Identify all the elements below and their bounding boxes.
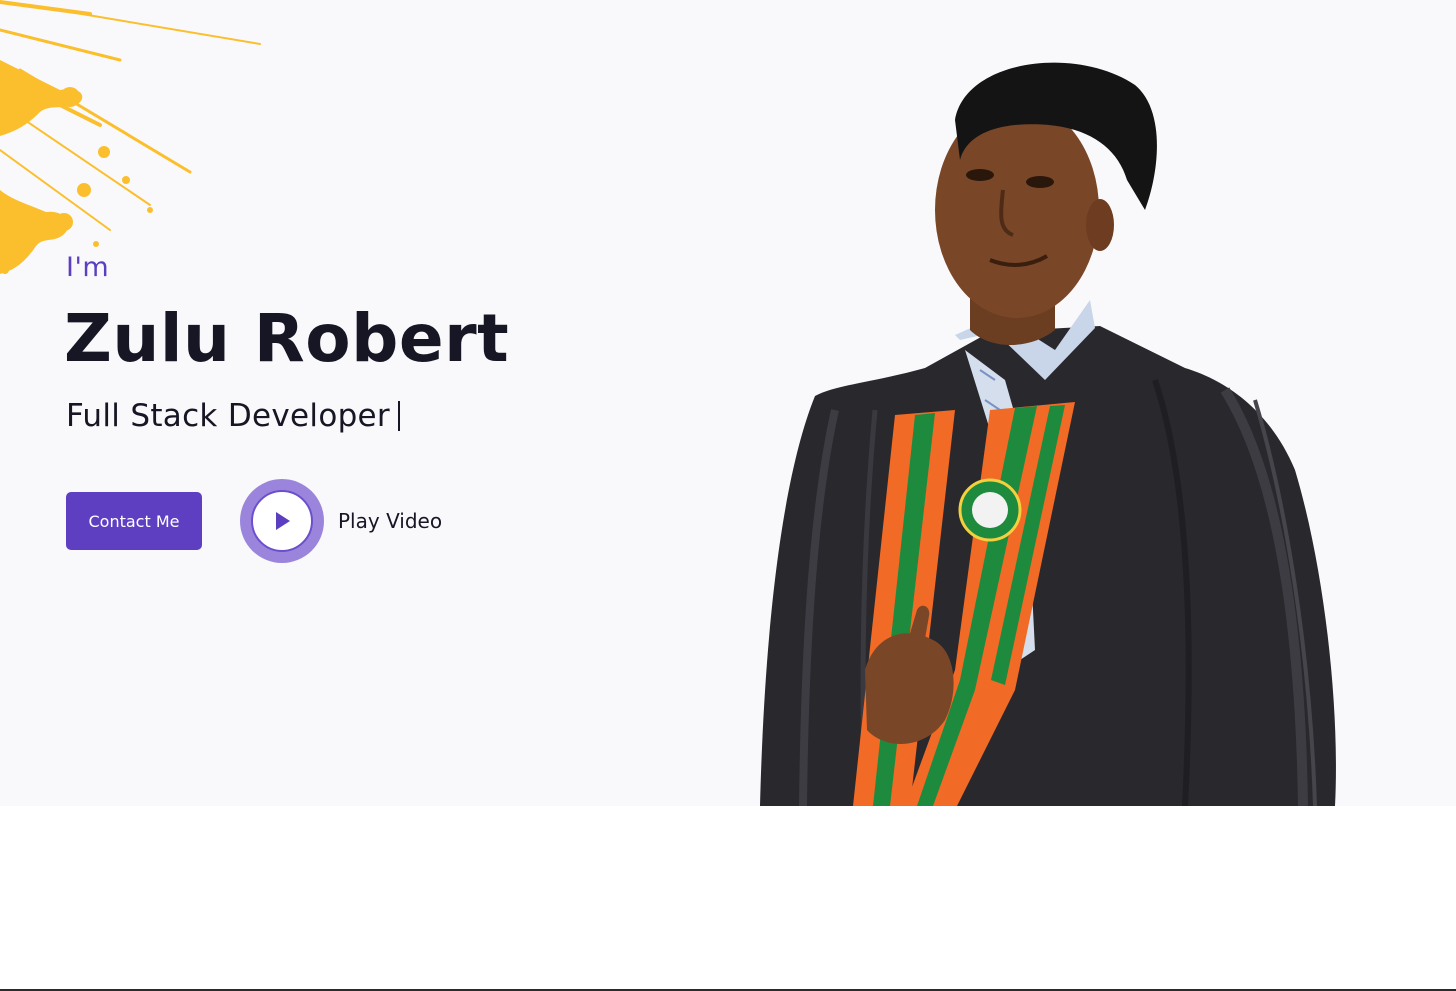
face	[935, 62, 1157, 345]
play-ring[interactable]	[240, 479, 324, 563]
play-inner[interactable]	[251, 490, 313, 552]
play-video-button[interactable]: Play Video	[240, 479, 442, 563]
intro-text: I'm	[66, 252, 110, 283]
role-text: Full Stack Developer	[66, 398, 390, 434]
paint-splash-decoration	[0, 0, 261, 274]
hero-name: Zulu Robert	[64, 300, 510, 377]
profile-portrait	[760, 62, 1336, 806]
play-video-label[interactable]: Play Video	[338, 509, 442, 533]
graduation-gown	[760, 326, 1336, 806]
contact-me-button[interactable]: Contact Me	[66, 492, 202, 550]
hero-section: I'm Zulu Robert Full Stack Developer Con…	[0, 0, 1456, 806]
typing-cursor	[397, 401, 400, 431]
play-icon[interactable]	[271, 509, 293, 533]
hero-role: Full Stack Developer	[66, 398, 400, 434]
